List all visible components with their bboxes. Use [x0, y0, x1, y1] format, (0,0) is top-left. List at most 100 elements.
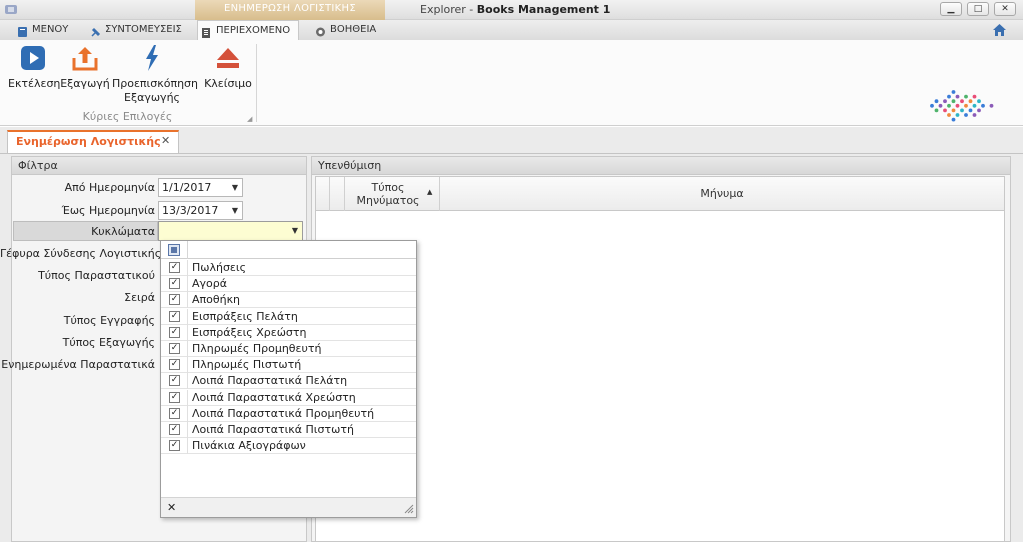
lifebuoy-icon — [315, 25, 326, 37]
circuits-label: Κυκλώματα — [91, 225, 155, 238]
brand-logo — [922, 88, 994, 124]
logo-dot — [947, 94, 951, 99]
from-date-field[interactable]: 1/1/2017 ▼ — [158, 178, 243, 197]
circuit-option[interactable]: ✓ Λοιπά Παραστατικά Πελάτη — [161, 373, 416, 390]
from-date-label: Από Ημερομηνία — [64, 181, 155, 194]
circuit-option[interactable]: ✓ Αποθήκη — [161, 292, 416, 309]
row-divider — [187, 438, 188, 455]
circuit-option[interactable]: ✓ Λοιπά Παραστατικά Χρεώστη — [161, 389, 416, 406]
circuit-checkbox[interactable]: ✓ — [169, 407, 180, 419]
row-divider — [187, 324, 188, 341]
logo-dot — [972, 103, 977, 108]
document-tab-close-icon[interactable]: ✕ — [161, 134, 170, 147]
logo-dot — [960, 108, 964, 113]
home-icon[interactable] — [993, 24, 1006, 36]
play-icon — [18, 44, 48, 72]
logo-dot — [943, 108, 947, 113]
logo-dot — [989, 103, 994, 108]
tab-menu-label: ΜΕΝΟΥ — [32, 24, 69, 35]
logo-dot — [964, 94, 968, 99]
circuit-checkbox[interactable]: ✓ — [169, 262, 180, 273]
circuit-option-label: Πληρωμές Πιστωτή — [192, 358, 302, 372]
logo-dot — [981, 103, 985, 108]
circuit-option[interactable]: ✓ Αγορά — [161, 276, 416, 293]
circuit-option[interactable]: ✓ Λοιπά Παραστατικά Προμηθευτή — [161, 405, 416, 422]
tab-content[interactable]: ΠΕΡΙΕΧΟΜΕΝΟ — [197, 20, 299, 41]
circuit-checkbox[interactable]: ✓ — [169, 359, 180, 371]
logo-dot — [951, 117, 956, 122]
col-message-header[interactable]: Μήνυμα — [440, 187, 1004, 200]
logo-dot — [951, 90, 956, 94]
book-icon — [17, 25, 28, 37]
export-label: Εξαγωγή — [60, 77, 110, 90]
circuit-option-label: Πινάκια Αξιογράφων — [192, 439, 306, 453]
circuit-option-label: Αποθήκη — [192, 293, 241, 307]
app-menu-icon[interactable] — [5, 4, 19, 15]
row-divider — [187, 308, 188, 325]
circuit-option-label: Πληρωμές Προμηθευτή — [192, 342, 322, 355]
select-all-icon[interactable] — [168, 244, 180, 256]
row-divider — [187, 357, 188, 374]
group-expand-icon[interactable]: ◢ — [247, 115, 252, 123]
ribbon-group-separator — [256, 44, 257, 122]
window-title: Explorer - Books Management 1 — [420, 2, 610, 18]
reminder-title: Υπενθύμιση — [312, 157, 1010, 175]
to-date-field[interactable]: 13/3/2017 ▼ — [158, 201, 243, 220]
circuit-option[interactable]: ✓ Πωλήσεις — [161, 260, 416, 276]
logo-dot — [964, 113, 968, 117]
circuit-checkbox[interactable]: ✓ — [169, 310, 180, 322]
tab-help[interactable]: ΒΟΗΘΕΙΑ — [312, 20, 376, 40]
export-preview-button[interactable]: Προεπισκόπηση Εξαγωγής — [112, 44, 198, 105]
to-date-label: Έως Ημερομηνία — [61, 204, 155, 217]
bridge-label: Γέφυρα Σύνδεσης Λογιστικής — [0, 247, 162, 260]
dropdown-toolbar — [161, 241, 416, 259]
circuit-option[interactable]: ✓ Λοιπά Παραστατικά Πιστωτή — [161, 422, 416, 438]
circuit-option[interactable]: ✓ Πινάκια Αξιογράφων — [161, 438, 416, 455]
close-button[interactable]: ✕ — [994, 2, 1016, 16]
minimize-button[interactable]: ▁ — [940, 2, 962, 16]
export-icon — [70, 44, 100, 72]
dropdown-footer: ✕ — [161, 497, 416, 517]
circuit-option[interactable]: ✓ Πληρωμές Προμηθευτή — [161, 341, 416, 357]
close-view-button[interactable]: Κλείσιμο — [202, 44, 254, 91]
series-label: Σειρά — [124, 291, 155, 304]
circuits-field[interactable]: ▼ — [158, 221, 303, 241]
circuit-option-label: Λοιπά Παραστατικά Πελάτη — [192, 374, 348, 388]
circuit-checkbox[interactable]: ✓ — [169, 424, 180, 435]
row-divider — [187, 276, 188, 293]
logo-dot — [968, 108, 973, 113]
maximize-button[interactable]: □ — [967, 2, 989, 16]
circuit-checkbox[interactable]: ✓ — [169, 440, 180, 452]
circuit-checkbox[interactable]: ✓ — [169, 343, 180, 354]
sort-asc-icon: ▲ — [427, 188, 433, 196]
chevron-down-icon[interactable]: ▼ — [292, 222, 298, 239]
circuit-checkbox[interactable]: ✓ — [169, 294, 180, 306]
circuit-option-label: Αγορά — [192, 277, 227, 291]
export-button[interactable]: Εξαγωγή — [60, 44, 110, 91]
row-divider — [187, 422, 188, 438]
logo-dot — [951, 108, 956, 113]
tab-menu[interactable]: ΜΕΝΟΥ — [14, 20, 68, 40]
circuit-checkbox[interactable]: ✓ — [169, 326, 180, 338]
resize-grip-icon[interactable] — [404, 504, 414, 514]
tab-shortcuts[interactable]: ΣΥΝΤΟΜΕΥΣΕΙΣ — [87, 20, 182, 40]
circuit-option-label: Εισπράξεις Χρεώστη — [192, 325, 307, 339]
reminder-grid[interactable]: Τύπος Μηνύματος ▲ Μήνυμα — [315, 176, 1005, 542]
col-type-header[interactable]: Τύπος Μηνύματος ▲ — [345, 177, 440, 211]
circuit-checkbox[interactable]: ✓ — [169, 278, 180, 290]
lightning-icon — [137, 44, 167, 72]
circuit-option[interactable]: ✓ Εισπράξεις Χρεώστη — [161, 324, 416, 341]
circuit-option[interactable]: ✓ Πληρωμές Πιστωτή — [161, 357, 416, 374]
clear-selection-icon[interactable]: ✕ — [167, 501, 176, 514]
circuit-checkbox[interactable]: ✓ — [169, 375, 180, 387]
group-header-cell — [330, 177, 345, 211]
updated-docs-label: Ενημερωμένα Παραστατικά — [1, 358, 155, 371]
circuit-option[interactable]: ✓ Εισπράξεις Πελάτη — [161, 308, 416, 325]
logo-dot — [977, 108, 981, 113]
logo-dot — [960, 99, 964, 104]
chevron-down-icon[interactable]: ▼ — [232, 179, 238, 196]
chevron-down-icon[interactable]: ▼ — [232, 202, 238, 219]
circuit-checkbox[interactable]: ✓ — [169, 391, 180, 403]
execute-button[interactable]: Εκτέλεση — [8, 44, 60, 91]
circuits-dropdown: ✓ Πωλήσεις ✓ Αγορά ✓ Αποθήκη ✓ Εισπράξεις Πελάτ… — [160, 240, 417, 518]
